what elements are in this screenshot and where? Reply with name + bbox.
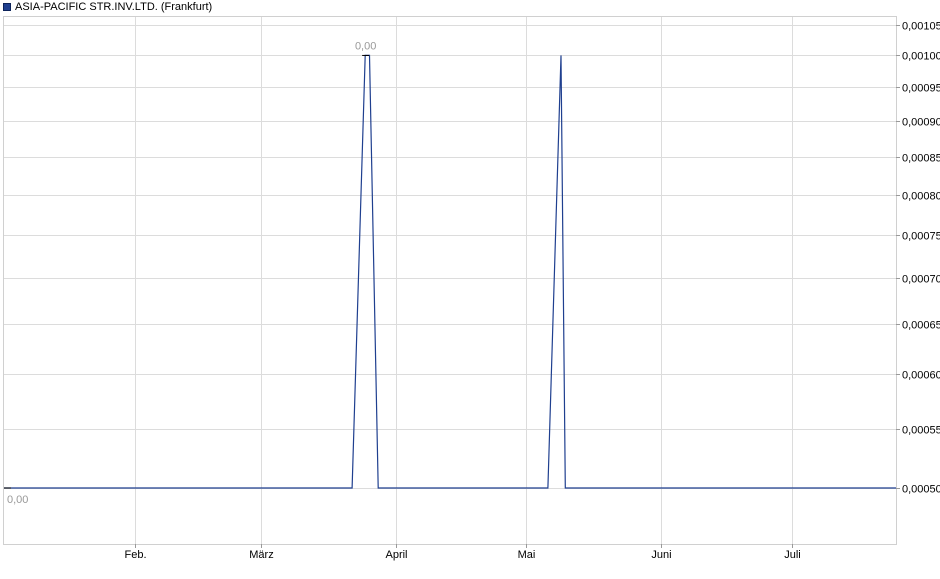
grid	[4, 17, 896, 544]
y-tick-label: 0,00090	[902, 117, 940, 129]
price-chart: 0,001050,001000,000950,000900,000850,000…	[3, 16, 940, 561]
x-axis: Feb. März April Mai Juni Juli	[124, 544, 801, 561]
x-tick-label: Juli	[784, 549, 801, 561]
y-tick-label: 0,00075	[902, 231, 940, 243]
y-tick-label: 0,00080	[902, 191, 940, 203]
y-tick-label: 0,00055	[902, 425, 940, 437]
x-tick-label: April	[385, 549, 407, 561]
max-label: 0,00	[355, 40, 376, 52]
series-line	[4, 54, 896, 489]
y-tick-label: 0,00105	[902, 21, 940, 33]
plot-frame	[3, 16, 897, 545]
y-tick-label: 0,00095	[902, 83, 940, 95]
y-tick-label: 0,00065	[902, 320, 940, 332]
y-tick-label: 0,00070	[902, 274, 940, 286]
x-tick-label: Feb.	[124, 549, 146, 561]
annotations: 0,00 0,00	[4, 40, 376, 506]
min-label: 0,00	[7, 494, 28, 506]
series-layer	[4, 54, 896, 489]
x-tick-label: Mai	[518, 549, 536, 561]
y-tick-label: 0,00060	[902, 370, 940, 382]
y-tick-label: 0,00100	[902, 51, 940, 63]
y-tick-label: 0,00085	[902, 153, 940, 165]
x-tick-label: Juni	[651, 549, 671, 561]
x-tick-label: März	[249, 549, 273, 561]
y-axis: 0,00105 0,00100 0,00095 0,00090 0,00085 0,000…	[896, 21, 940, 496]
y-tick-label: 0,00050	[902, 484, 940, 496]
